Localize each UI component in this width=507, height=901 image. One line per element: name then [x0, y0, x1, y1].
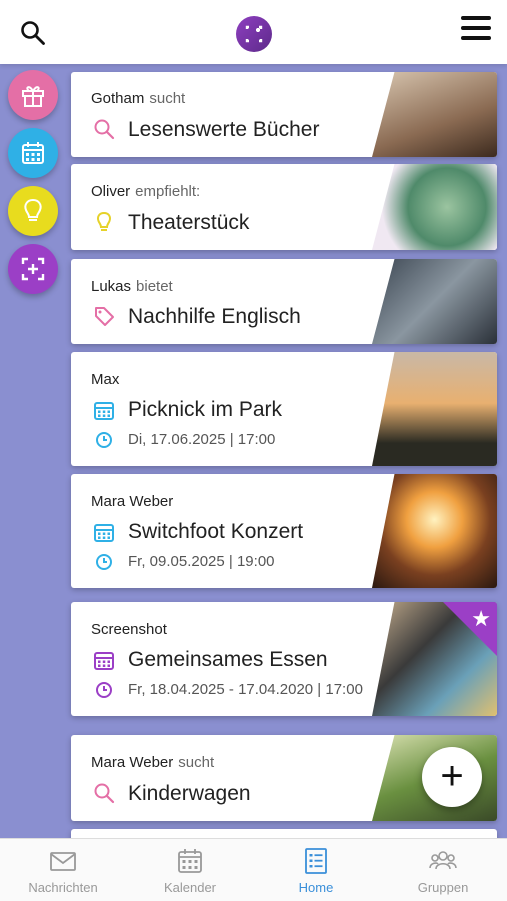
card-title: Nachhilfe Englisch [128, 305, 301, 328]
author-verb: sucht [178, 754, 215, 771]
add-event-icon [21, 257, 45, 281]
card-title: Kinderwagen [128, 782, 251, 805]
author-name: Gotham [91, 90, 145, 107]
card-image [372, 474, 497, 588]
card-title: Lesenswerte Bücher [128, 118, 320, 141]
tab-label: Nachrichten [28, 880, 98, 895]
lightbulb-icon [24, 198, 42, 221]
gift-icon [22, 86, 44, 107]
calendar-filter-button[interactable] [8, 128, 58, 178]
author-name: Mara Weber [91, 754, 174, 771]
card-image [372, 259, 497, 344]
search-icon [94, 783, 115, 804]
app-logo[interactable] [236, 16, 272, 52]
tab-home[interactable]: Home [253, 839, 379, 901]
card-image [372, 72, 497, 157]
list-item[interactable]: Lukas bietet Nachhilfe Englisch [71, 259, 497, 344]
calendar-icon [94, 524, 114, 542]
add-event-logo-icon [245, 25, 263, 43]
card-author: Max [91, 371, 119, 388]
tag-icon [95, 307, 114, 326]
author-verb: empfiehlt: [135, 183, 201, 200]
card-author: Lukas bietet [91, 278, 173, 295]
card-date: Di, 17.06.2025 | 17:00 [128, 431, 276, 448]
search-icon[interactable] [20, 20, 46, 46]
tab-label: Home [298, 880, 334, 895]
card-author: Gotham sucht [91, 90, 185, 107]
bottom-navigation: Nachrichten Kalender Home Gruppen [0, 838, 507, 901]
card-image [372, 352, 497, 466]
clock-icon [96, 432, 112, 448]
author-name: Screenshot [91, 621, 167, 638]
calendar-icon [22, 142, 44, 164]
tab-label: Kalender [163, 880, 217, 895]
card-author: Oliver empfiehlt: [91, 183, 200, 200]
calendar-icon [178, 849, 202, 873]
clock-icon [96, 682, 112, 698]
card-date: Fr, 09.05.2025 | 19:00 [128, 553, 275, 570]
card-title: Theaterstück [128, 211, 250, 234]
list-item[interactable]: Mara Weber Switchfoot Konzert Fr, 09.05.… [71, 474, 497, 588]
tab-gruppen[interactable]: Gruppen [380, 839, 506, 901]
author-verb: sucht [149, 90, 186, 107]
tab-kalender[interactable]: Kalender [127, 839, 253, 901]
gift-filter-button[interactable] [8, 70, 58, 120]
calendar-icon [94, 402, 114, 420]
card-date: Fr, 18.04.2025 - 17.04.2020 | 17:00 [128, 681, 363, 698]
card-author: Screenshot [91, 621, 167, 638]
author-name: Lukas [91, 278, 132, 295]
card-image [372, 164, 497, 250]
clock-icon [96, 554, 112, 570]
list-item[interactable]: Gotham sucht Lesenswerte Bücher [71, 72, 497, 157]
card-title: Switchfoot Konzert [128, 520, 304, 543]
star-icon[interactable]: ★ [471, 606, 491, 632]
list-item[interactable]: Oliver empfiehlt: Theaterstück [71, 164, 497, 250]
hamburger-menu-icon[interactable] [461, 16, 491, 42]
group-icon [429, 851, 457, 870]
author-name: Mara Weber [91, 493, 174, 510]
add-button[interactable]: + [422, 747, 482, 807]
list-item[interactable]: Screenshot Gemeinsames Essen Fr, 18.04.2… [71, 602, 497, 716]
card-author: Mara Weber sucht [91, 754, 214, 771]
tab-label: Gruppen [417, 880, 469, 895]
add-filter-button[interactable] [8, 244, 58, 294]
card-author: Mara Weber [91, 493, 173, 510]
tab-nachrichten[interactable]: Nachrichten [0, 839, 126, 901]
list-item[interactable]: Max Picknick im Park Di, 17.06.2025 | 17… [71, 352, 497, 466]
idea-filter-button[interactable] [8, 186, 58, 236]
search-icon [94, 119, 115, 140]
top-bar [0, 0, 507, 64]
envelope-icon [50, 852, 76, 871]
author-verb: bietet [136, 278, 173, 295]
calendar-icon [94, 652, 114, 670]
author-name: Max [91, 371, 120, 388]
author-name: Oliver [91, 183, 131, 200]
plus-icon: + [440, 754, 464, 798]
list-icon [305, 848, 327, 874]
card-title: Gemeinsames Essen [128, 648, 328, 671]
card-title: Picknick im Park [128, 398, 283, 421]
lightbulb-icon [97, 211, 111, 231]
